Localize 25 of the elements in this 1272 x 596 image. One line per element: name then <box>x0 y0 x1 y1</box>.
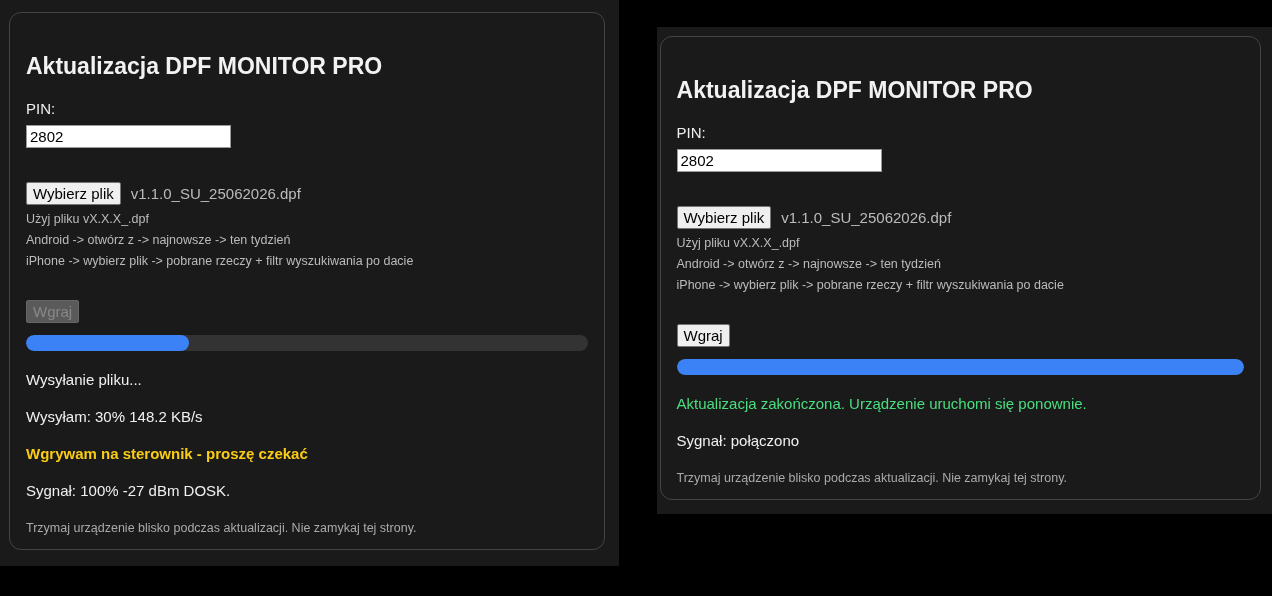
hint-text: Android -> otwórz z -> najnowsze -> ten tydzień <box>676 256 942 273</box>
pin-input[interactable]: 2802 <box>26 125 231 148</box>
page-title: Aktualizacja DPF MONITOR PRO <box>676 77 1034 104</box>
status-message: Aktualizacja zakończona. Urządzenie uruchomi się ponownie. <box>676 395 1088 412</box>
status-message: Sygnał: 100% -27 dBm DOSK. <box>26 482 232 499</box>
choose-file-button[interactable]: Wybierz plik <box>676 206 772 229</box>
status-message: Wgrywam na sterownik - proszę czekać <box>26 445 309 462</box>
page-title: Aktualizacja DPF MONITOR PRO <box>26 53 384 80</box>
pin-label: PIN: <box>676 124 707 141</box>
status-message: Sygnał: połączono <box>676 432 801 449</box>
file-name: v1.1.0_SU_25062026.dpf <box>781 209 952 226</box>
hint-text: iPhone -> wybierz plik -> pobrane rzeczy + filtr wyszukiwania po dacie <box>676 277 1065 294</box>
pin-label: PIN: <box>26 100 57 117</box>
hint-text: Użyj pliku vX.X.X_.dpf <box>26 211 150 228</box>
upload-button[interactable]: Wgraj <box>676 324 730 347</box>
pin-input[interactable]: 2802 <box>676 149 882 172</box>
hint-text: iPhone -> wybierz plik -> pobrane rzeczy + filtr wyszukiwania po dacie <box>26 253 415 270</box>
hint-text: Użyj pliku vX.X.X_.dpf <box>676 235 801 252</box>
hint-text: Android -> otwórz z -> najnowsze -> ten tydzień <box>26 232 292 249</box>
choose-file-button[interactable]: Wybierz plik <box>26 182 121 205</box>
status-message: Wysyłanie pliku... <box>26 371 143 388</box>
footer-note: Trzymaj urządzenie blisko podczas aktualizacji. Nie zamykaj tej strony. <box>676 471 1068 485</box>
footer-note: Trzymaj urządzenie blisko podczas aktualizacji. Nie zamykaj tej strony. <box>26 521 418 535</box>
status-message: Wysyłam: 30% 148.2 KB/s <box>26 408 204 425</box>
file-name: v1.1.0_SU_25062026.dpf <box>130 185 301 202</box>
